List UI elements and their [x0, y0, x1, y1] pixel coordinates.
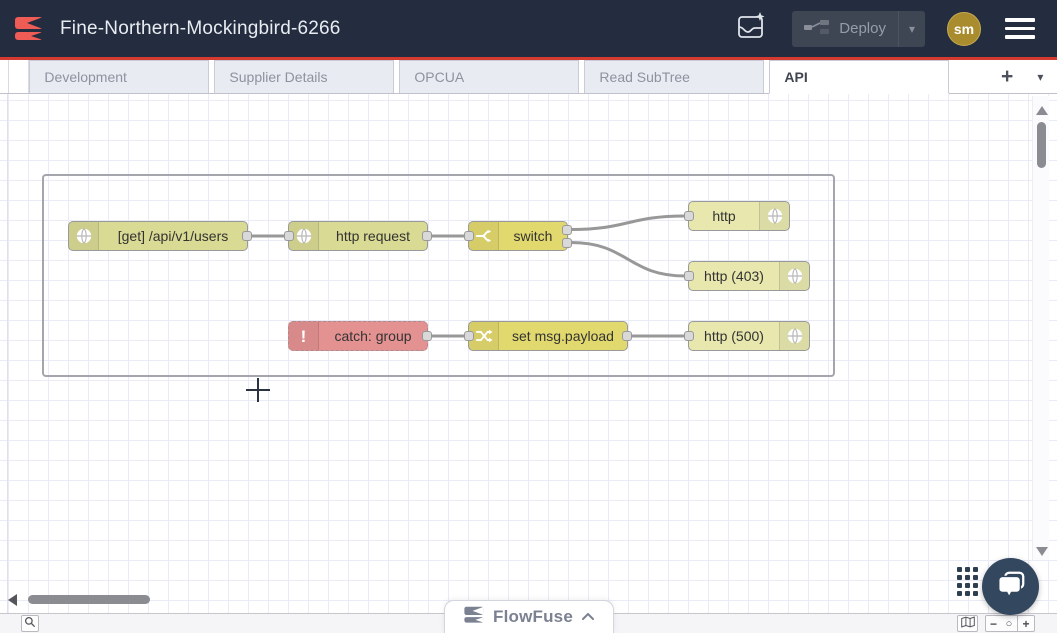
output-port[interactable] [562, 225, 572, 235]
input-port[interactable] [464, 331, 474, 341]
crosshair-cursor [246, 378, 270, 402]
tab-bar-spacer [8, 60, 29, 93]
scroll-up-arrow[interactable] [1036, 106, 1048, 115]
flowfuse-logo-icon [13, 13, 45, 45]
output-port[interactable] [242, 231, 252, 241]
tab-supplier-details[interactable]: Supplier Details [214, 60, 394, 93]
node-label: catch: group [319, 322, 427, 350]
tab-development[interactable]: Development [29, 60, 209, 93]
tab-label: Supplier Details [229, 69, 327, 85]
output-port[interactable] [622, 331, 632, 341]
node-http-out-500[interactable]: http (500) [688, 321, 810, 351]
flow-canvas[interactable]: [get] /api/v1/users http request switch htt… [0, 94, 1057, 613]
input-port[interactable] [684, 331, 694, 341]
tab-label: OPCUA [414, 69, 464, 85]
chat-drag-handle[interactable] [957, 567, 978, 596]
tab-api[interactable]: API [769, 60, 949, 94]
flowfuse-brand-label: FlowFuse [493, 607, 573, 627]
tab-label: API [784, 69, 807, 85]
header-bar: Fine-Northern-Mockingbird-6266 [0, 0, 1057, 60]
scroll-down-arrow[interactable] [1036, 547, 1048, 556]
palette-edge-divider [7, 94, 8, 613]
horizontal-scroll-thumb[interactable] [28, 595, 150, 604]
tab-label: Read SubTree [599, 69, 690, 85]
add-flow-button[interactable]: + [990, 60, 1023, 93]
output-port[interactable] [422, 231, 432, 241]
vertical-scrollbar[interactable] [1032, 96, 1049, 560]
chevron-down-icon: ▾ [909, 22, 915, 36]
app-title: Fine-Northern-Mockingbird-6266 [60, 18, 341, 40]
flowfuse-footer-badge[interactable]: FlowFuse [444, 600, 614, 633]
node-switch[interactable]: switch [468, 221, 568, 251]
input-port[interactable] [684, 271, 694, 281]
main-menu-button[interactable] [1003, 14, 1037, 43]
node-label: http request [319, 222, 427, 250]
globe-icon [779, 322, 809, 350]
input-port[interactable] [284, 231, 294, 241]
node-label: http [689, 202, 759, 230]
navigator-toggle-button[interactable] [957, 615, 978, 632]
deploy-button[interactable]: Deploy ▾ [792, 11, 925, 47]
zoom-reset-button[interactable]: ○ [1001, 615, 1018, 632]
tab-read-subtree[interactable]: Read SubTree [584, 60, 764, 93]
deploy-nodes-icon [804, 19, 830, 39]
node-label: [get] /api/v1/users [99, 222, 247, 250]
tab-opcua[interactable]: OPCUA [399, 60, 579, 93]
deploy-label: Deploy [839, 20, 886, 37]
globe-icon [69, 222, 99, 250]
chevron-down-icon: ▾ [1037, 70, 1043, 84]
flowfuse-gray-logo-icon [463, 604, 485, 631]
node-http-out[interactable]: http [688, 201, 790, 231]
input-port[interactable] [464, 231, 474, 241]
node-label: set msg.payload [499, 322, 627, 350]
user-avatar[interactable]: sm [947, 12, 981, 46]
workspace-tab-bar: Development Supplier Details OPCUA Read Sub… [0, 60, 1057, 94]
avatar-initials: sm [954, 21, 974, 37]
globe-icon [759, 202, 789, 230]
node-http-in[interactable]: [get] /api/v1/users [68, 221, 248, 251]
ai-flow-sparkle-icon [736, 11, 768, 46]
scroll-left-arrow[interactable] [8, 594, 17, 606]
workspace-tabs: Development Supplier Details OPCUA Read Sub… [29, 60, 954, 93]
node-label: http (500) [689, 322, 779, 350]
chat-launcher-button[interactable] [982, 558, 1039, 615]
globe-icon [779, 262, 809, 290]
map-icon [961, 616, 975, 631]
vertical-scroll-thumb[interactable] [1037, 122, 1046, 168]
node-http-out-403[interactable]: http (403) [688, 261, 810, 291]
deploy-options-caret[interactable]: ▾ [898, 11, 925, 47]
output-port[interactable] [562, 238, 572, 248]
zoom-out-button[interactable]: − [985, 615, 1002, 632]
input-port[interactable] [684, 211, 694, 221]
node-http-request[interactable]: http request [288, 221, 428, 251]
search-button[interactable] [21, 615, 39, 632]
flow-list-caret-button[interactable]: ▾ [1024, 60, 1057, 93]
hamburger-icon [1005, 18, 1035, 22]
output-port[interactable] [422, 331, 432, 341]
exclamation-icon: ! [289, 322, 319, 350]
zoom-in-button[interactable]: + [1018, 615, 1035, 632]
node-label: switch [499, 222, 567, 250]
node-label: http (403) [689, 262, 779, 290]
chat-bubble-icon [995, 568, 1027, 605]
tab-label: Development [44, 69, 127, 85]
ai-assistant-button[interactable] [734, 12, 770, 46]
chevron-up-icon [581, 608, 595, 626]
node-change[interactable]: set msg.payload [468, 321, 628, 351]
node-catch[interactable]: !catch: group [288, 321, 428, 351]
search-icon [24, 616, 36, 631]
